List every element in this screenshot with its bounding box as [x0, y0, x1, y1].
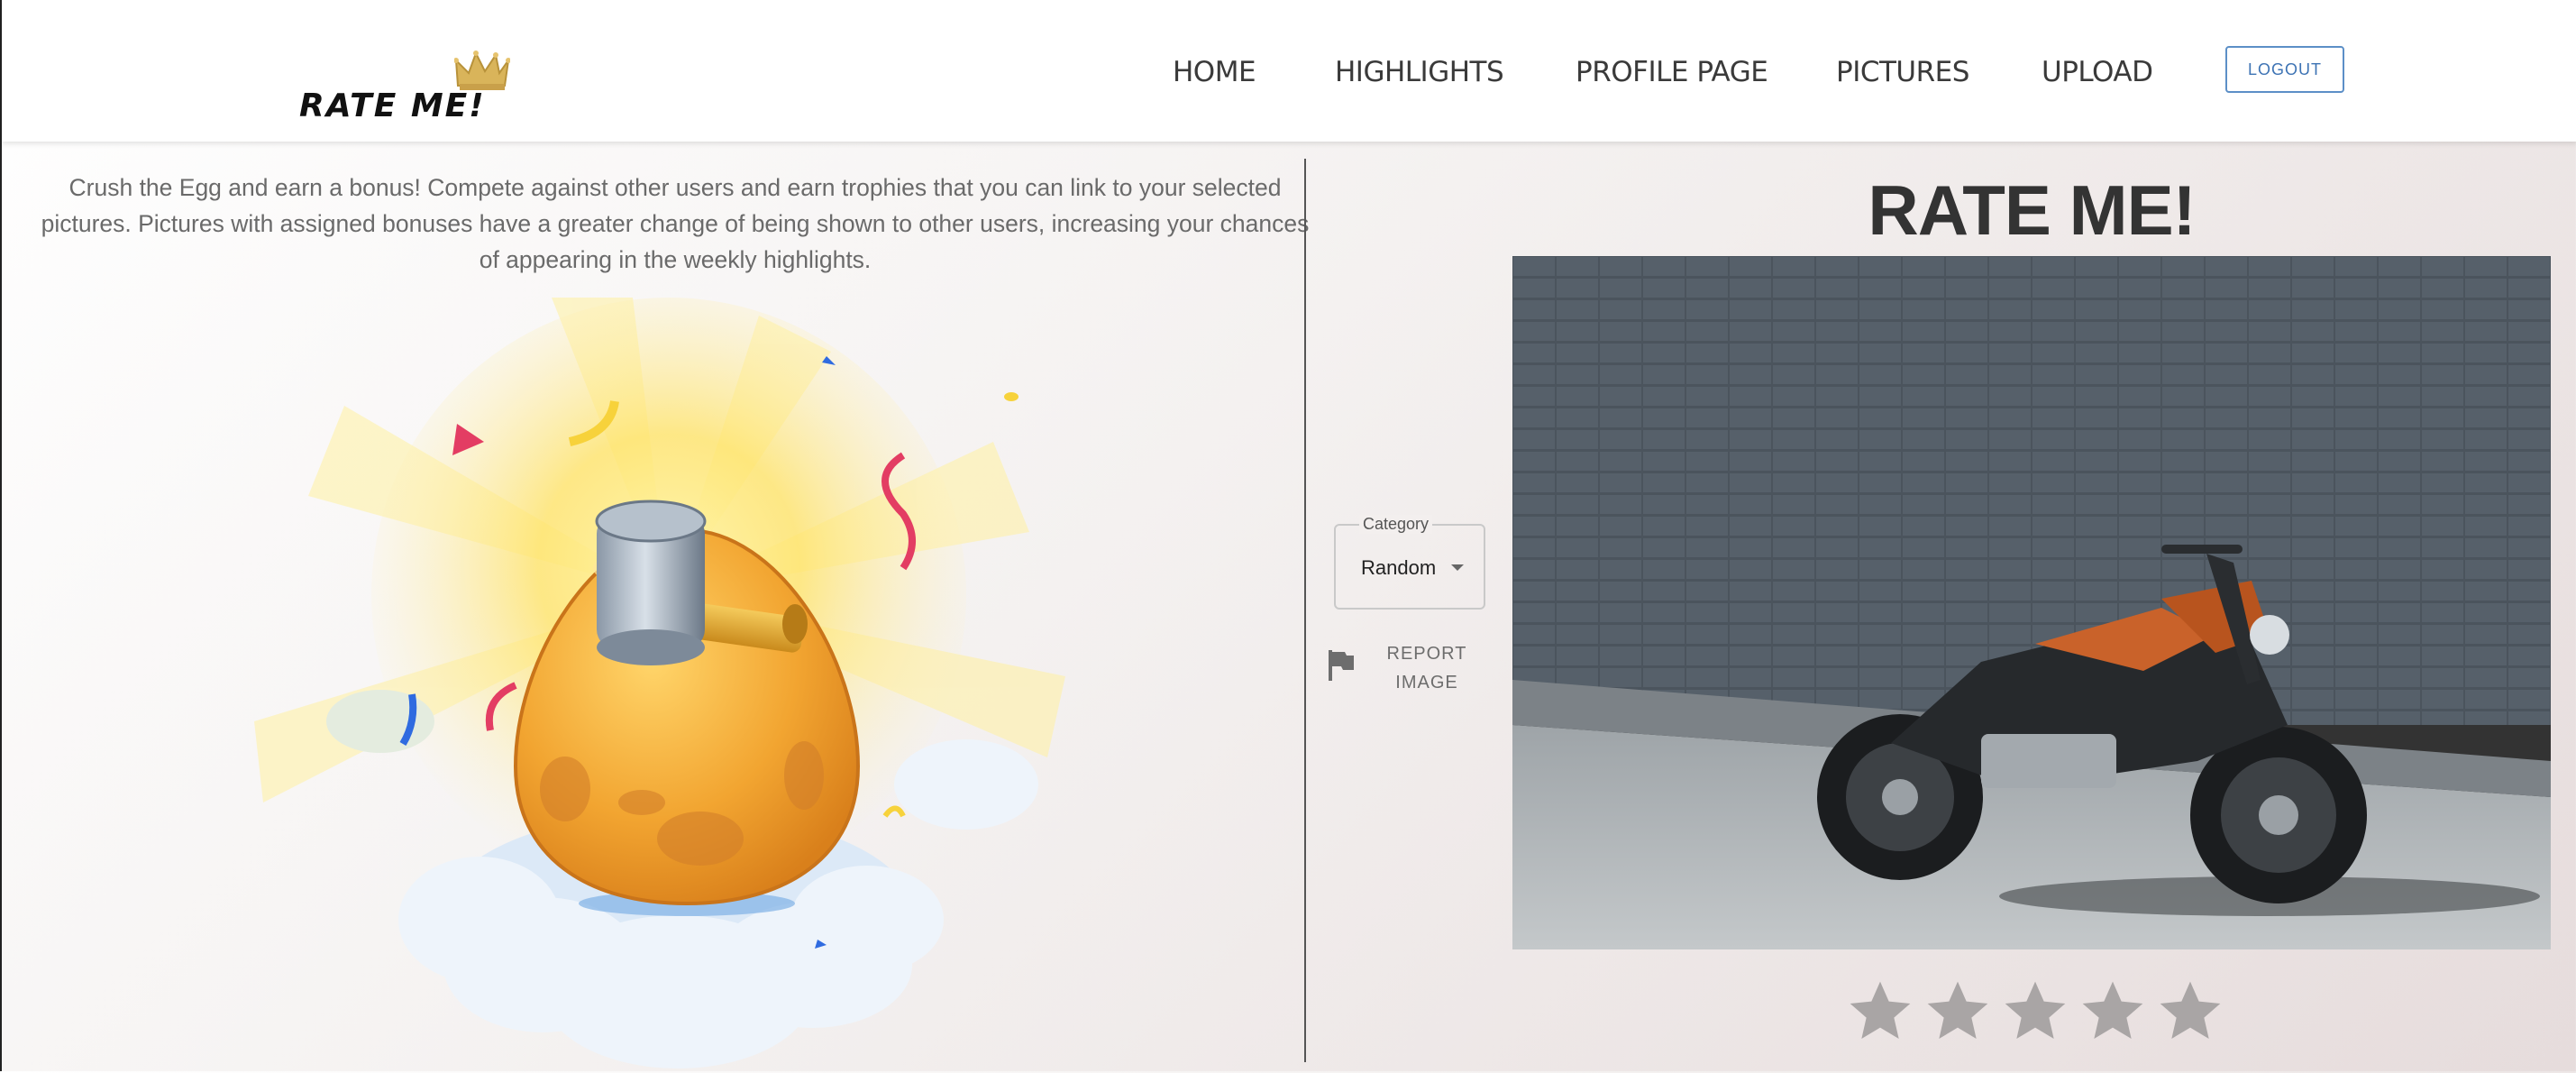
crush-the-egg-game[interactable]	[254, 298, 1083, 1073]
nav-upload[interactable]: UPLOAD	[2042, 56, 2153, 88]
star-5-icon[interactable]	[2154, 976, 2226, 1048]
category-select[interactable]: Category Random	[1334, 515, 1485, 610]
top-navbar: RATE ME! HOME HIGHLIGHTS PROFILE PAGE PI…	[2, 0, 2576, 142]
report-line-1: REPORT	[1386, 644, 1467, 664]
star-1-icon[interactable]	[1844, 976, 1916, 1048]
nav-pictures[interactable]: PICTURES	[1836, 56, 1969, 88]
star-4-icon[interactable]	[2077, 976, 2149, 1048]
logo-text: RATE ME!	[299, 87, 486, 124]
report-image-button[interactable]: REPORT IMAGE	[1321, 636, 1475, 699]
bonus-intro-text: Crush the Egg and earn a bonus! Compete …	[41, 174, 1310, 273]
crown-icon	[454, 50, 510, 90]
star-2-icon[interactable]	[1922, 976, 1994, 1048]
report-image-label: REPORT IMAGE	[1377, 639, 1476, 697]
category-value: Random	[1361, 556, 1437, 579]
rated-photo	[1512, 256, 2551, 949]
logout-button[interactable]: LOGOUT	[2225, 46, 2344, 93]
panel-divider	[1304, 159, 1306, 1062]
star-3-icon[interactable]	[1999, 976, 2071, 1048]
nav-home[interactable]: HOME	[1173, 56, 1256, 88]
caret-down-icon	[1451, 564, 1464, 571]
nav-profile-page[interactable]: PROFILE PAGE	[1576, 56, 1768, 88]
report-line-2: IMAGE	[1395, 673, 1458, 692]
rate-me-title: RATE ME!	[1868, 170, 2196, 250]
nav-highlights[interactable]: HIGHLIGHTS	[1335, 56, 1504, 88]
rate-me-logo[interactable]: RATE ME!	[299, 50, 516, 124]
flag-icon	[1329, 650, 1354, 681]
category-label: Category	[1359, 515, 1433, 534]
